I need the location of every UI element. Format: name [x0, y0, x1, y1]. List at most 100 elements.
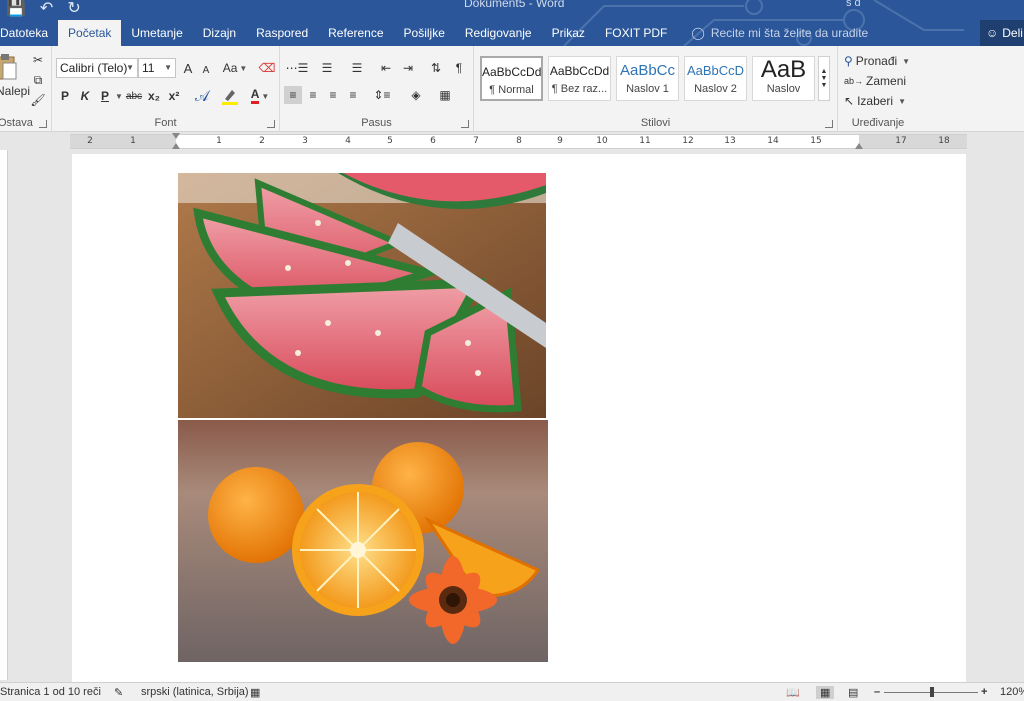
undo-icon[interactable]: ↶: [40, 0, 53, 18]
strikethrough-button[interactable]: abc: [124, 86, 144, 106]
font-color-label: A: [250, 88, 260, 104]
style-no-spacing[interactable]: AaBbCcDd ¶ Bez raz...: [548, 56, 611, 101]
clipboard-launcher-icon[interactable]: [39, 120, 47, 128]
document-page[interactable]: [72, 154, 966, 682]
subscript-button[interactable]: x₂: [146, 86, 162, 106]
style-sample: AaBbCcDd: [549, 64, 610, 78]
ribbon-tabs: Datoteka Početak Umetanje Dizajn Raspore…: [0, 20, 868, 46]
image-watermelon[interactable]: [178, 173, 546, 418]
style-heading-1[interactable]: AaBbCc Naslov 1: [616, 56, 679, 101]
clear-formatting-icon[interactable]: ⌫: [258, 58, 276, 78]
zoom-out-icon[interactable]: –: [874, 686, 880, 698]
replace-button[interactable]: ab→ Zameni: [844, 72, 916, 90]
chevron-down-icon: ▼: [902, 56, 911, 66]
font-color-button[interactable]: A ▼: [248, 86, 272, 106]
hanging-indent-marker[interactable]: [172, 143, 180, 149]
tab-layout[interactable]: Raspored: [246, 20, 318, 46]
styles-scroll[interactable]: ▲ ▼ ▼: [818, 56, 830, 101]
right-indent-marker[interactable]: [855, 143, 863, 149]
font-size-select[interactable]: 11 ▼: [138, 58, 176, 78]
ruler-tick-label: 6: [430, 136, 436, 146]
user-name[interactable]: s d: [846, 0, 861, 9]
bold-button[interactable]: P: [58, 86, 72, 106]
chevron-up-icon[interactable]: ▲: [821, 68, 828, 75]
shrink-font-button[interactable]: A: [198, 60, 214, 80]
tab-view[interactable]: Prikaz: [542, 20, 595, 46]
read-mode-icon[interactable]: 📖: [786, 686, 800, 699]
numbering-icon[interactable]: ☰: [314, 58, 340, 78]
group-label-styles: Stilovi: [640, 117, 671, 129]
text-effects-icon[interactable]: 𝒜: [190, 86, 214, 106]
font-launcher-icon[interactable]: [267, 120, 275, 128]
zoom-slider-thumb[interactable]: [930, 687, 934, 697]
tab-design[interactable]: Dizajn: [193, 20, 246, 46]
align-right-icon[interactable]: ≡: [324, 86, 342, 104]
format-painter-icon[interactable]: 🖌: [30, 92, 46, 108]
style-heading-2[interactable]: AaBbCcD Naslov 2: [684, 56, 747, 101]
italic-button[interactable]: K: [78, 86, 92, 106]
tab-review[interactable]: Redigovanje: [455, 20, 542, 46]
highlight-icon[interactable]: [218, 86, 242, 106]
decrease-indent-icon[interactable]: ⇤: [376, 58, 396, 78]
first-line-indent-marker[interactable]: [172, 133, 180, 139]
shading-icon[interactable]: ◈: [404, 86, 428, 104]
macro-icon[interactable]: ▦: [250, 686, 260, 699]
font-name-select[interactable]: Calibri (Telo) ▼: [56, 58, 138, 78]
chevron-down-icon[interactable]: ▼: [821, 75, 828, 82]
sort-icon[interactable]: ⇅: [426, 58, 446, 78]
select-button[interactable]: ↖ Izaberi ▼: [844, 92, 916, 110]
justify-icon[interactable]: ≡: [344, 86, 362, 104]
ruler-tick-label: 8: [516, 136, 522, 146]
change-case-button[interactable]: Aa ▼: [222, 58, 248, 78]
zoom-level[interactable]: 120%: [1000, 686, 1024, 698]
person-icon: ☺: [986, 26, 999, 40]
style-normal[interactable]: AaBbCcDd ¶ Normal: [480, 56, 543, 101]
cut-icon[interactable]: ✂: [30, 52, 46, 68]
increase-indent-icon[interactable]: ⇥: [398, 58, 418, 78]
underline-button[interactable]: P: [98, 86, 112, 106]
proofing-icon[interactable]: ✎: [114, 686, 123, 699]
language[interactable]: srpski (latinica, Srbija): [141, 686, 249, 698]
redo-icon[interactable]: ↻: [67, 0, 80, 18]
tab-references[interactable]: Reference: [318, 20, 393, 46]
underline-dropdown-icon[interactable]: ▼: [114, 86, 123, 106]
ruler-tick-label: 2: [87, 136, 93, 146]
tab-mailings[interactable]: Pošiljke: [394, 20, 455, 46]
superscript-button[interactable]: x²: [166, 86, 182, 106]
zoom-in-icon[interactable]: +: [981, 686, 987, 698]
paste-icon[interactable]: [0, 52, 18, 82]
grow-font-button[interactable]: A: [180, 58, 196, 78]
copy-icon[interactable]: ⧉: [30, 72, 46, 88]
styles-launcher-icon[interactable]: [825, 120, 833, 128]
tab-file[interactable]: Datoteka: [0, 20, 58, 46]
image-oranges[interactable]: [178, 420, 548, 662]
ruler-tick-label: 1: [130, 136, 136, 146]
group-label-font: Font: [154, 117, 177, 129]
save-icon[interactable]: 💾: [6, 0, 26, 18]
ruler-tick-label: 3: [302, 136, 308, 146]
find-button[interactable]: ⚲ Pronađi ▼: [844, 52, 916, 70]
tab-insert[interactable]: Umetanje: [121, 20, 192, 46]
show-marks-icon[interactable]: ¶: [450, 58, 468, 78]
multilevel-list-icon[interactable]: ☰: [344, 58, 370, 78]
tab-foxit-pdf[interactable]: FOXIT PDF: [595, 20, 677, 46]
print-layout-icon[interactable]: ▦: [816, 686, 835, 699]
line-spacing-icon[interactable]: ⇕≡: [370, 86, 394, 104]
align-left-icon[interactable]: ≡: [284, 86, 302, 104]
word-count[interactable]: 0 reči: [74, 686, 101, 698]
tell-me-box[interactable]: ◯ Recite mi šta želite da uradite: [677, 20, 868, 46]
style-title[interactable]: AaB Naslov: [752, 56, 815, 101]
page-count[interactable]: Stranica 1 od 1: [0, 686, 74, 698]
bullets-icon[interactable]: ⋯☰: [284, 58, 310, 78]
ribbon: Nalepi ✂ ⧉ 🖌 Ostava Calibri (Telo) ▼ 11 ▼ …: [0, 46, 1024, 132]
borders-icon[interactable]: ▦: [432, 86, 458, 104]
ruler-tick-label: 15: [810, 136, 822, 146]
tab-home[interactable]: Početak: [58, 20, 122, 46]
web-layout-icon[interactable]: ▤: [848, 686, 858, 699]
more-styles-icon[interactable]: ▼: [821, 82, 828, 89]
vertical-ruler[interactable]: [0, 150, 8, 680]
paragraph-launcher-icon[interactable]: [461, 120, 469, 128]
horizontal-ruler[interactable]: 2 1 1 2 3 4 5 6 7 8 9 10 11 12 13 14 15 …: [70, 133, 967, 149]
share-button[interactable]: ☺ Deli: [980, 20, 1024, 46]
align-center-icon[interactable]: ≡: [304, 86, 322, 104]
